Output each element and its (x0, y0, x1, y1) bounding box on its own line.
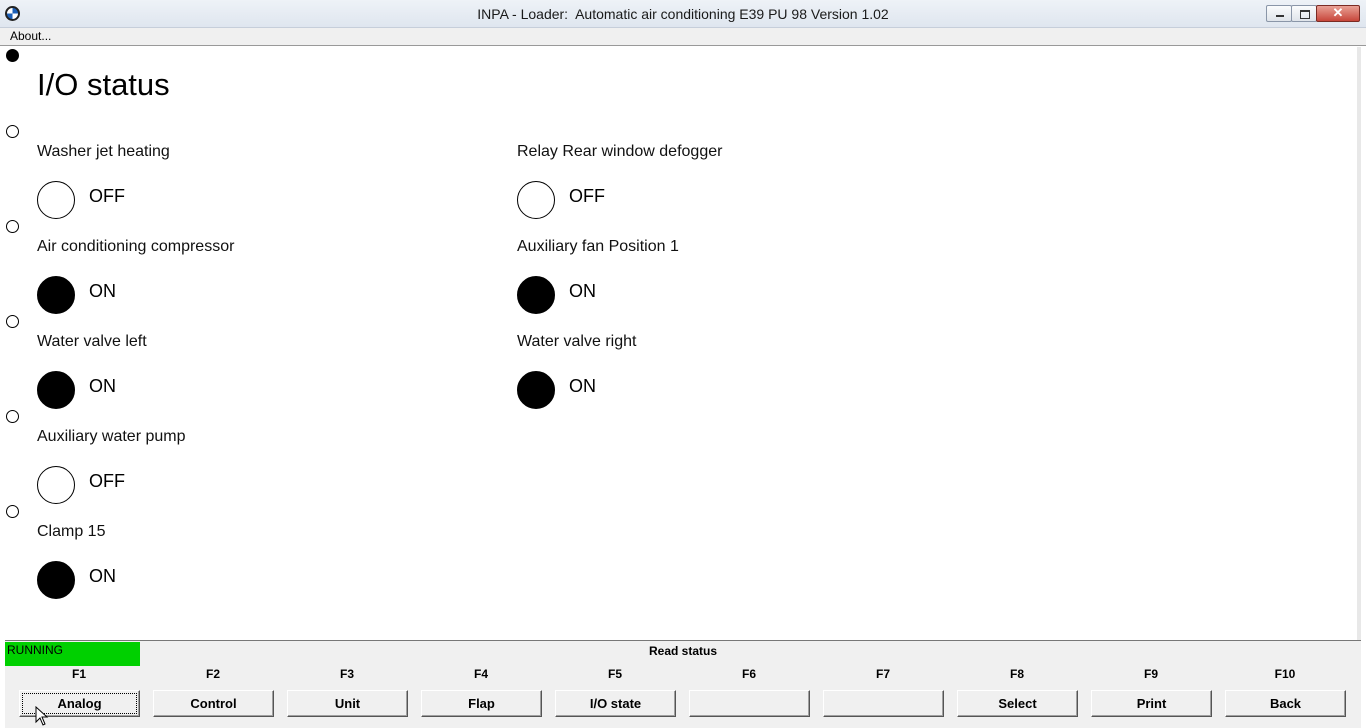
section-marker[interactable] (6, 410, 19, 423)
fkey-label-f4: F4 (473, 667, 488, 681)
fkey-label-f3: F3 (339, 667, 354, 681)
minimize-button[interactable] (1266, 5, 1292, 22)
io-label: Auxiliary water pump (37, 428, 186, 445)
io-label: Auxiliary fan Position 1 (517, 238, 679, 255)
fkey-label-f1: F1 (71, 667, 86, 681)
status-text: Read status (648, 644, 718, 658)
io-status-panel: I/O status Washer jet heating OFF Relay … (5, 47, 1361, 640)
fkey-label-f6: F6 (741, 667, 756, 681)
menu-about[interactable]: About... (10, 29, 51, 43)
section-marker-active[interactable] (6, 49, 19, 62)
fkey-label-f10: F10 (1274, 667, 1296, 681)
select-button[interactable]: Select (957, 690, 1078, 717)
menu-bar: About... (0, 28, 1366, 46)
status-lamp-on (37, 371, 75, 409)
fkey-label-f9: F9 (1143, 667, 1158, 681)
control-button[interactable]: Control (153, 690, 274, 717)
title-bar: INPA - Loader: Automatic air conditionin… (0, 0, 1366, 28)
io-label: Washer jet heating (37, 143, 170, 160)
io-state: OFF (569, 186, 605, 206)
scrollbar[interactable] (1357, 47, 1361, 640)
maximize-icon (1300, 10, 1310, 19)
io-state: OFF (89, 186, 125, 206)
io-state: ON (89, 281, 116, 301)
io-label: Relay Rear window defogger (517, 143, 723, 160)
status-lamp-off (37, 181, 75, 219)
close-icon: ✕ (1332, 5, 1344, 20)
status-lamp-off (37, 466, 75, 504)
io-state: ON (89, 566, 116, 586)
f6-button[interactable] (689, 690, 810, 717)
io-state: ON (569, 376, 596, 396)
io-state: ON (569, 281, 596, 301)
io-label: Clamp 15 (37, 523, 106, 540)
io-label: Air conditioning compressor (37, 238, 235, 255)
fkey-label-f5: F5 (607, 667, 622, 681)
section-marker[interactable] (6, 315, 19, 328)
flap-button[interactable]: Flap (421, 690, 542, 717)
io-state-button[interactable]: I/O state (555, 690, 676, 717)
section-marker[interactable] (6, 220, 19, 233)
mouse-cursor-icon (35, 706, 49, 726)
function-key-bar: RUNNING Read status F1 F2 F3 F4 F5 F6 F7… (5, 640, 1361, 728)
window-controls: ✕ (1266, 5, 1360, 23)
status-lamp-on (517, 371, 555, 409)
status-lamp-on (37, 276, 75, 314)
unit-button[interactable]: Unit (287, 690, 408, 717)
section-marker[interactable] (6, 505, 19, 518)
window-title: INPA - Loader: Automatic air conditionin… (477, 6, 889, 22)
section-marker[interactable] (6, 125, 19, 138)
maximize-button[interactable] (1291, 5, 1317, 22)
minimize-icon (1276, 15, 1284, 17)
io-state: ON (89, 376, 116, 396)
io-state: OFF (89, 471, 125, 491)
status-lamp-on (517, 276, 555, 314)
close-button[interactable]: ✕ (1316, 5, 1360, 22)
status-lamp-on (37, 561, 75, 599)
io-label: Water valve left (37, 333, 147, 350)
print-button[interactable]: Print (1091, 690, 1212, 717)
fkey-label-f8: F8 (1009, 667, 1024, 681)
fkey-label-f2: F2 (205, 667, 220, 681)
f7-button[interactable] (823, 690, 944, 717)
page-title: I/O status (37, 67, 170, 102)
io-label: Water valve right (517, 333, 637, 350)
back-button[interactable]: Back (1225, 690, 1346, 717)
status-lamp-off (517, 181, 555, 219)
fkey-label-f7: F7 (875, 667, 890, 681)
